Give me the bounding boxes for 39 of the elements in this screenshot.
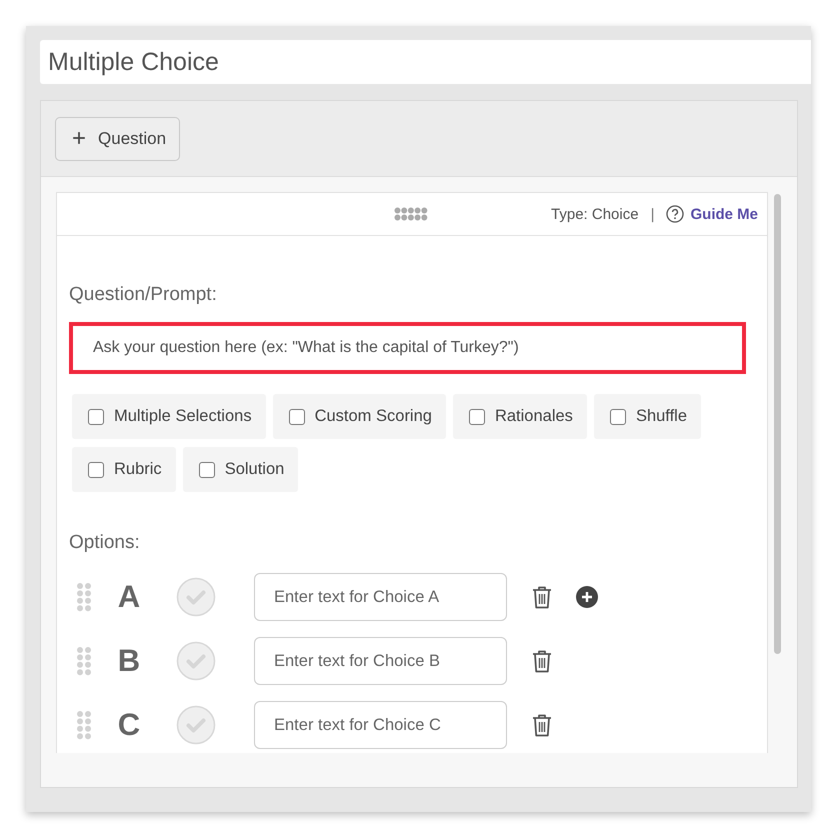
- add-choice-icon[interactable]: [576, 586, 598, 608]
- correct-answer-toggle[interactable]: [176, 577, 216, 617]
- checkbox[interactable]: [288, 408, 305, 424]
- choice-letter: A: [116, 579, 142, 615]
- help-icon[interactable]: [666, 205, 684, 223]
- correct-answer-toggle[interactable]: [176, 705, 216, 745]
- question-field[interactable]: Ask your question here (ex: "What is the capital of Turkey?"): [69, 322, 746, 374]
- drag-handle-icon[interactable]: [77, 646, 91, 676]
- checkbox[interactable]: [610, 408, 626, 424]
- setting-checkbox[interactable]: Solution: [182, 447, 298, 492]
- trash-icon[interactable]: [532, 714, 552, 736]
- drag-handle-icon[interactable]: [77, 582, 91, 612]
- checkbox[interactable]: [88, 408, 104, 424]
- choice-field[interactable]: Enter text for Choice A: [254, 573, 507, 621]
- correct-answer-toggle[interactable]: [176, 641, 216, 681]
- add-question-button[interactable]: + Question: [55, 116, 180, 160]
- trash-icon[interactable]: [532, 586, 552, 608]
- guide-me-link[interactable]: Guide Me: [690, 206, 758, 222]
- question-type-label: Type: Choice: [551, 206, 639, 222]
- setting-checkbox[interactable]: Custom Scoring: [272, 394, 446, 439]
- drag-handle-icon[interactable]: [77, 710, 91, 740]
- drag-handle-icon[interactable]: [394, 207, 428, 221]
- choice-letter: B: [116, 643, 142, 679]
- checkbox[interactable]: [468, 408, 485, 424]
- setting-checkbox[interactable]: Rationales: [452, 394, 587, 439]
- scrollbar[interactable]: [774, 194, 781, 654]
- checkbox[interactable]: [198, 462, 215, 478]
- prompt-label: Question/Prompt:: [69, 284, 218, 306]
- trash-icon[interactable]: [532, 650, 552, 672]
- choice-field[interactable]: Enter text for Choice B: [254, 637, 507, 685]
- choice-letter: C: [116, 707, 142, 743]
- setting-checkbox[interactable]: Multiple Selections: [72, 394, 266, 439]
- checkbox[interactable]: [88, 462, 104, 478]
- setting-checkbox[interactable]: Rubric: [72, 447, 176, 492]
- title-field[interactable]: Multiple Choice: [40, 40, 811, 84]
- options-label: Options:: [69, 532, 141, 554]
- choice-field[interactable]: Enter text for Choice C: [254, 701, 507, 749]
- setting-checkbox[interactable]: Shuffle: [594, 394, 702, 439]
- separator-text: |: [650, 206, 654, 222]
